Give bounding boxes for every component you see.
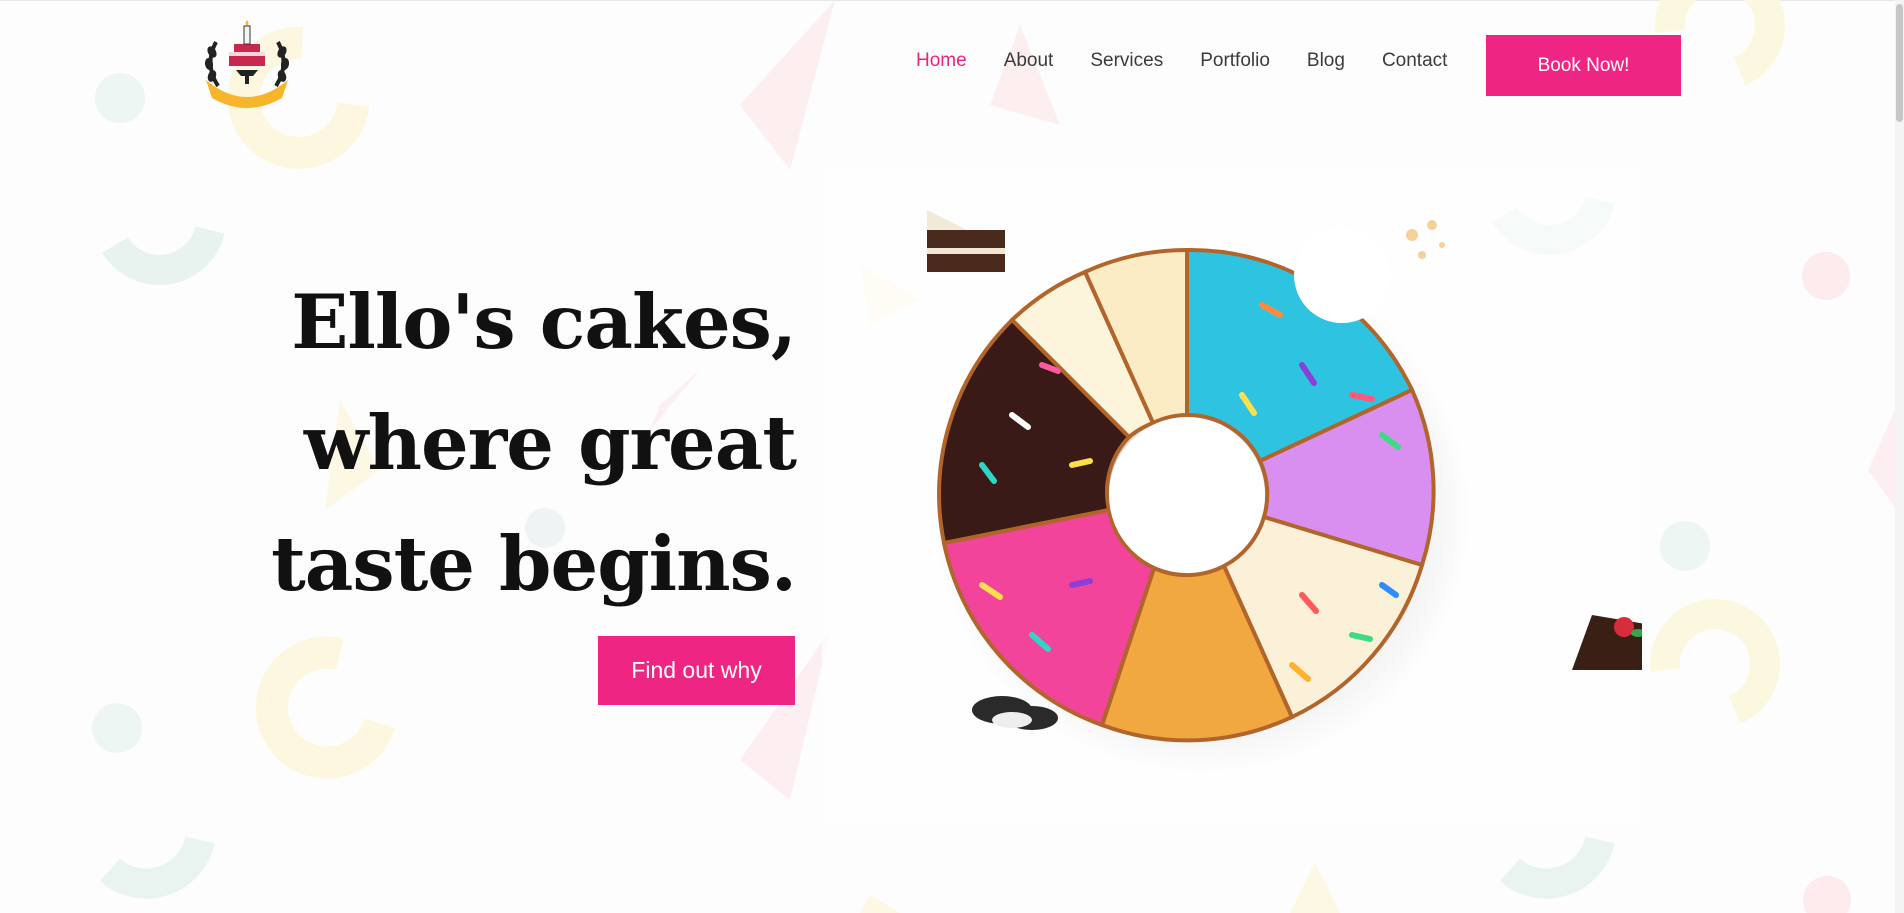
bakery-crest-logo[interactable] (198, 18, 296, 114)
hero-title-line: Ello's cakes, (291, 278, 797, 366)
hero-title-line: taste begins. (271, 520, 797, 608)
main-nav: Home About Services Portfolio Blog Conta… (916, 50, 1484, 72)
nav-services[interactable]: Services (1090, 50, 1163, 72)
find-out-why-button[interactable]: Find out why (598, 636, 795, 705)
hero-title-line: where great (303, 399, 797, 487)
sliced-donut-illustration (822, 165, 1642, 825)
nav-blog[interactable]: Blog (1307, 50, 1345, 72)
nav-portfolio[interactable]: Portfolio (1200, 50, 1270, 72)
page: Home About Services Portfolio Blog Conta… (0, 0, 1904, 913)
hero-title: Ello's cakes, where great taste begins. (236, 262, 797, 625)
page-scrollbar[interactable] (1895, 0, 1904, 913)
scrollbar-thumb[interactable] (1896, 4, 1903, 122)
nav-contact[interactable]: Contact (1382, 50, 1447, 72)
nav-home[interactable]: Home (916, 50, 967, 72)
nav-about[interactable]: About (1004, 50, 1054, 72)
book-now-button[interactable]: Book Now! (1486, 35, 1681, 96)
